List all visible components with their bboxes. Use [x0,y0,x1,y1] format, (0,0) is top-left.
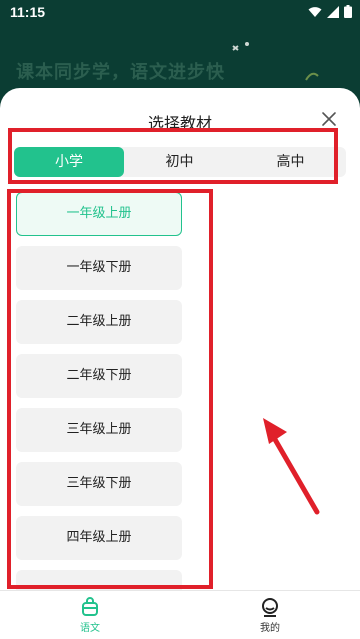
nav-label: 语文 [80,623,100,634]
leaf-icon [305,72,319,81]
status-time: 11:15 [10,4,46,20]
grade-item[interactable]: 三年级上册 [16,408,182,452]
bottom-nav: 语文 我的 [0,590,360,639]
tab-primary[interactable]: 小学 [14,147,124,177]
grade-item[interactable]: 一年级下册 [16,246,182,290]
grade-item-partial[interactable] [16,570,182,590]
nav-item-profile[interactable]: 我的 [180,591,360,639]
grade-item[interactable]: 四年级上册 [16,516,182,560]
textbook-picker-sheet: 选择教材 小学 初中 高中 一年级上册 一年级下册 二年级上册 二年级下册 三年… [0,88,360,590]
level-tabs: 小学 初中 高中 [14,147,346,177]
nav-label: 我的 [260,623,280,634]
grade-item[interactable]: 二年级下册 [16,354,182,398]
banner-slogan: 课本同步学，语文进步快 [16,62,225,83]
app-screen: 11:15 课本同步学，语文进步快 选择教材 小学 初中 高中 一年级上册 一年… [0,0,360,639]
tab-junior[interactable]: 初中 [124,147,235,177]
battery-icon [344,5,352,18]
sparkle-icon [232,42,249,51]
grade-item[interactable]: 三年级下册 [16,462,182,506]
book-bag-icon [82,597,98,616]
grade-list: 一年级上册 一年级下册 二年级上册 二年级下册 三年级上册 三年级下册 四年级上… [16,192,182,590]
grade-item[interactable]: 二年级上册 [16,300,182,344]
status-icons [308,5,352,18]
nav-item-chinese[interactable]: 语文 [0,591,180,639]
status-bar: 11:15 [0,0,360,26]
sheet-title: 选择教材 [147,114,212,133]
profile-icon [262,598,278,617]
grade-item[interactable]: 一年级上册 [16,192,182,236]
wifi-icon [308,6,322,17]
signal-icon [327,5,339,18]
tab-senior[interactable]: 高中 [235,147,346,177]
close-icon[interactable] [320,110,338,128]
